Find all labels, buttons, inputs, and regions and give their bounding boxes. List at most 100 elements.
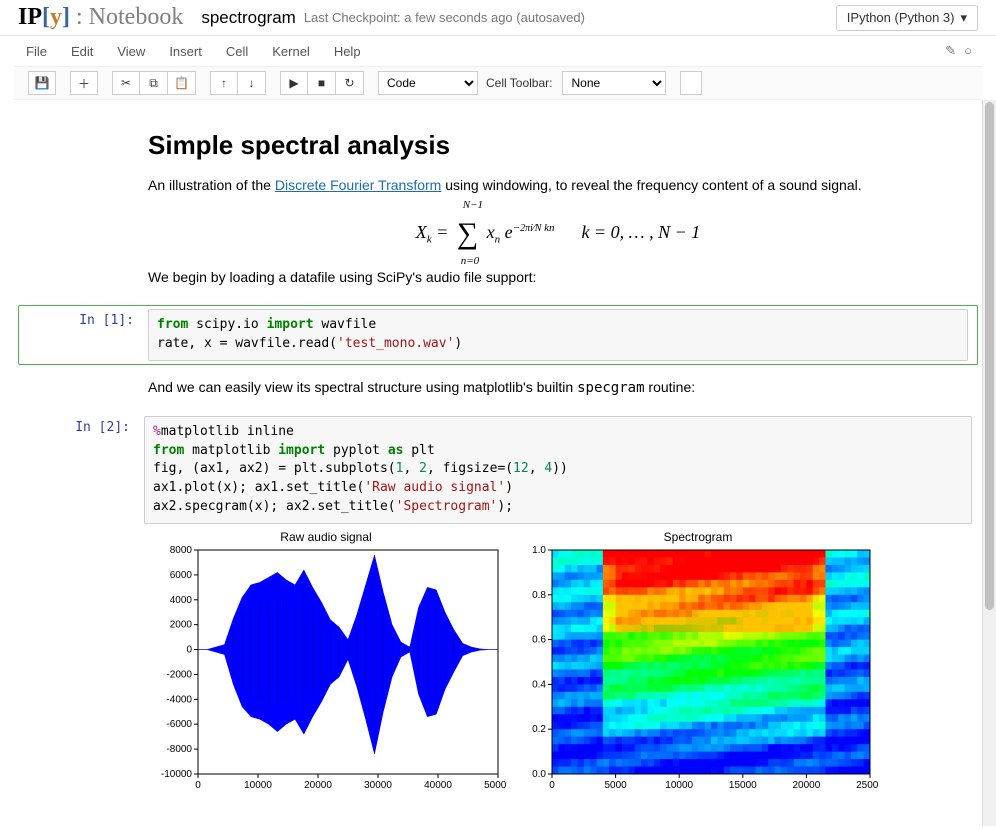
svg-text:-2000: -2000 bbox=[166, 669, 192, 680]
checkpoint-status: Last Checkpoint: a few seconds ago (auto… bbox=[304, 10, 585, 25]
stop-icon: ■ bbox=[318, 76, 325, 90]
svg-text:50000: 50000 bbox=[484, 780, 506, 791]
svg-text:6000: 6000 bbox=[170, 570, 193, 581]
chart-spectrogram: Spectrogram 0.0 0.2 0.4 0.6 0.8 1.0 0 5000 10000… bbox=[518, 530, 878, 797]
svg-text:0.0: 0.0 bbox=[532, 769, 546, 780]
toolbar: 💾 ＋ ✂ ⧉ 📋 ↑ ↓ ▶ ■ ↻ Code Cell Toolbar: N… bbox=[14, 66, 982, 100]
menu-help[interactable]: Help bbox=[322, 38, 373, 65]
cell-toolbar-select[interactable]: None bbox=[562, 71, 666, 95]
kernel-selector[interactable]: IPython (Python 3) ▾ bbox=[836, 5, 978, 31]
markdown-cell: Simple spectral analysis An illustration… bbox=[18, 114, 978, 301]
menu-edit[interactable]: Edit bbox=[59, 38, 105, 65]
svg-text:0: 0 bbox=[549, 780, 555, 791]
svg-text:25000: 25000 bbox=[856, 780, 878, 791]
arrow-up-icon: ↑ bbox=[221, 76, 227, 90]
svg-text:1.0: 1.0 bbox=[532, 546, 546, 556]
markdown-body[interactable]: Simple spectral analysis An illustration… bbox=[138, 114, 978, 301]
celltype-select[interactable]: Code bbox=[378, 71, 478, 95]
output-area: Raw audio signal -10000 -8000 -6000 -4000 -2… bbox=[146, 530, 978, 797]
menu-insert[interactable]: Insert bbox=[157, 38, 214, 65]
paste-icon: 📋 bbox=[174, 76, 189, 90]
svg-text:10000: 10000 bbox=[244, 780, 272, 791]
svg-text:5000: 5000 bbox=[604, 780, 627, 791]
chart-2-title: Spectrogram bbox=[518, 530, 878, 544]
svg-text:0.8: 0.8 bbox=[532, 590, 546, 601]
svg-text:0.4: 0.4 bbox=[532, 679, 546, 690]
svg-text:-10000: -10000 bbox=[161, 769, 193, 780]
md3-text: And we can easily view its spectral stru… bbox=[148, 379, 968, 396]
edit-mode-icon: ✎ bbox=[945, 43, 956, 59]
dft-link[interactable]: Discrete Fourier Transform bbox=[275, 177, 441, 193]
chart-1-svg: -10000-8000-6000-4000-200002000400060008… bbox=[146, 546, 506, 794]
move-down-button[interactable]: ↓ bbox=[238, 71, 266, 95]
svg-text:0.2: 0.2 bbox=[532, 724, 546, 735]
svg-text:40000: 40000 bbox=[424, 780, 452, 791]
svg-text:2000: 2000 bbox=[170, 620, 193, 631]
page-title: Simple spectral analysis bbox=[148, 130, 968, 161]
markdown-body-2[interactable]: And we can easily view its spectral stru… bbox=[138, 369, 978, 412]
add-cell-button[interactable]: ＋ bbox=[70, 71, 98, 95]
code-cell-2[interactable]: In [2]: %matplotlib inline from matplotl… bbox=[18, 416, 978, 524]
svg-text:0.6: 0.6 bbox=[532, 635, 546, 646]
svg-text:-8000: -8000 bbox=[166, 744, 192, 755]
ipython-logo: IP [ y ] : Notebook bbox=[18, 4, 183, 31]
code-input-2[interactable]: %matplotlib inline from matplotlib impor… bbox=[144, 416, 972, 524]
move-up-button[interactable]: ↑ bbox=[210, 71, 238, 95]
scissors-icon: ✂ bbox=[121, 76, 131, 90]
svg-text:20000: 20000 bbox=[792, 780, 820, 791]
in-prompt-1: In [1]: bbox=[22, 309, 142, 361]
kernel-idle-icon: ○ bbox=[964, 43, 972, 59]
svg-text:4000: 4000 bbox=[170, 595, 193, 606]
code-cell-1[interactable]: In [1]: from scipy.io import wavfile rat… bbox=[18, 305, 978, 365]
notebook-area[interactable]: Simple spectral analysis An illustration… bbox=[0, 100, 996, 830]
plus-icon: ＋ bbox=[78, 75, 90, 92]
code-input-1[interactable]: from scipy.io import wavfile rate, x = w… bbox=[148, 309, 968, 361]
paste-button[interactable]: 📋 bbox=[168, 71, 196, 95]
md2-text: We begin by loading a datafile using Sci… bbox=[148, 269, 968, 285]
markdown-cell-2: And we can easily view its spectral stru… bbox=[18, 369, 978, 412]
notebook-name[interactable]: spectrogram bbox=[201, 8, 295, 28]
menu-file[interactable]: File bbox=[14, 38, 59, 65]
cell-toolbar-label: Cell Toolbar: bbox=[486, 76, 552, 90]
menu-cell[interactable]: Cell bbox=[214, 38, 260, 65]
run-button[interactable]: ▶ bbox=[280, 71, 308, 95]
in-prompt-2: In [2]: bbox=[18, 416, 138, 524]
scrollbar-thumb[interactable] bbox=[985, 102, 994, 610]
svg-text:10000: 10000 bbox=[665, 780, 693, 791]
svg-text:-4000: -4000 bbox=[166, 694, 192, 705]
svg-text:15000: 15000 bbox=[729, 780, 757, 791]
chart-1-title: Raw audio signal bbox=[146, 530, 506, 544]
chart-2-svg: 0.0 0.2 0.4 0.6 0.8 1.0 0 5000 10000 15000 20000 25… bbox=[518, 546, 878, 794]
menu-view[interactable]: View bbox=[105, 38, 157, 65]
save-icon: 💾 bbox=[35, 76, 50, 90]
prompt-empty bbox=[18, 114, 138, 301]
prompt-empty-2 bbox=[18, 369, 138, 412]
copy-button[interactable]: ⧉ bbox=[140, 71, 168, 95]
restart-button[interactable]: ↻ bbox=[336, 71, 364, 95]
play-icon: ▶ bbox=[289, 76, 298, 90]
refresh-icon: ↻ bbox=[344, 76, 354, 90]
intro-text: An illustration of the Discrete Fourier … bbox=[148, 177, 968, 193]
svg-text:0: 0 bbox=[186, 644, 192, 655]
dft-formula: Xk = N−1 ∑ n=0 xn e−2πi⁄N kn k = 0, … , … bbox=[148, 201, 968, 269]
extra-button[interactable] bbox=[680, 71, 702, 95]
scrollbar[interactable] bbox=[982, 100, 996, 826]
logo-bracket-r: ] bbox=[62, 4, 70, 31]
code-body-2[interactable]: %matplotlib inline from matplotlib impor… bbox=[138, 416, 978, 524]
logo-bracket-l: [ bbox=[42, 4, 50, 31]
svg-text:-6000: -6000 bbox=[166, 719, 192, 730]
logo-y: y bbox=[50, 4, 62, 31]
copy-icon: ⧉ bbox=[149, 76, 158, 91]
svg-text:0: 0 bbox=[195, 780, 201, 791]
logo-notebook: : Notebook bbox=[76, 4, 183, 31]
caret-down-icon: ▾ bbox=[960, 10, 967, 26]
save-button[interactable]: 💾 bbox=[28, 71, 56, 95]
svg-text:30000: 30000 bbox=[364, 780, 392, 791]
code-body-1[interactable]: from scipy.io import wavfile rate, x = w… bbox=[142, 309, 974, 361]
kernel-label: IPython (Python 3) bbox=[847, 10, 955, 25]
menu-kernel[interactable]: Kernel bbox=[260, 38, 322, 65]
stop-button[interactable]: ■ bbox=[308, 71, 336, 95]
svg-text:20000: 20000 bbox=[304, 780, 332, 791]
cut-button[interactable]: ✂ bbox=[112, 71, 140, 95]
menubar: File Edit View Insert Cell Kernel Help ✎… bbox=[0, 36, 996, 66]
